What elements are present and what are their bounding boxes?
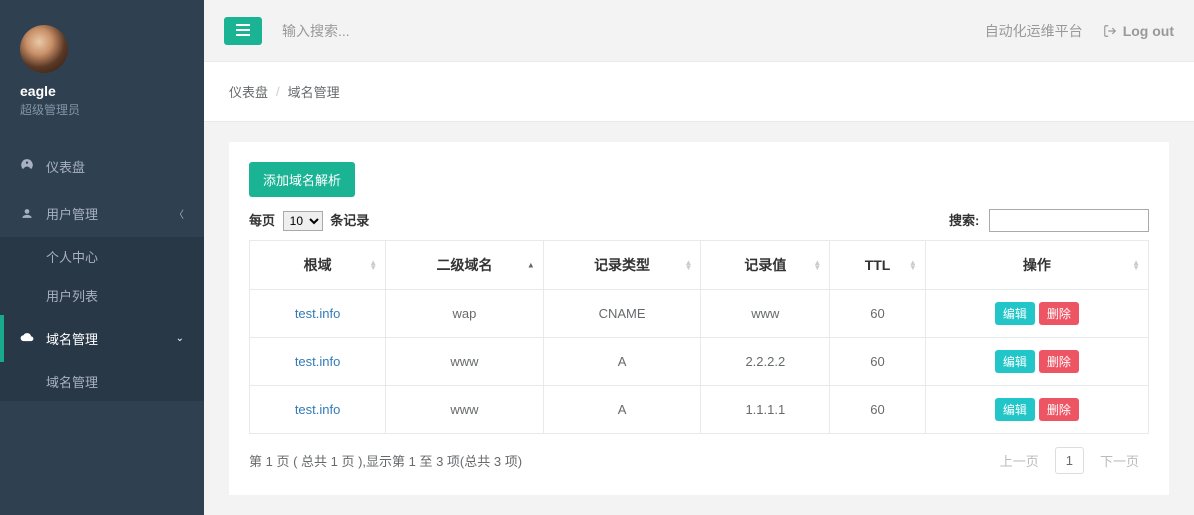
col-type[interactable]: 记录类型 [543,241,701,290]
dashboard-icon [20,158,36,175]
col-actions[interactable]: 操作 [925,241,1148,290]
avatar[interactable] [20,25,68,73]
delete-button[interactable]: 删除 [1039,302,1079,325]
panel: 添加域名解析 每页 10 条记录 搜索: 根域 [229,142,1169,495]
cell-type: CNAME [543,290,701,338]
username: eagle [20,83,184,99]
search-input[interactable] [282,23,482,39]
col-sub[interactable]: 二级域名 [386,241,544,290]
page-number[interactable]: 1 [1055,447,1084,474]
table-row: test.infowwwA2.2.2.260编辑删除 [250,338,1149,386]
main-area: 自动化运维平台 Log out 仪表盘 / 域名管理 添加域名解析 每页 10 … [204,0,1194,515]
cell-type: A [543,338,701,386]
cell-actions: 编辑删除 [925,338,1148,386]
logout-icon [1103,24,1117,38]
profile-block: eagle 超级管理员 [0,0,204,133]
platform-label: 自动化运维平台 [985,21,1083,41]
breadcrumb-root[interactable]: 仪表盘 [229,82,268,101]
chevron-down-icon: ⌄ [176,333,184,344]
table-row: test.infowwwA1.1.1.160编辑删除 [250,386,1149,434]
col-ttl[interactable]: TTL [830,241,925,290]
cell-type: A [543,386,701,434]
user-role: 超级管理员 [20,101,184,118]
sort-icon [813,260,821,270]
root-link[interactable]: test.info [295,354,341,369]
sort-icon [527,263,535,268]
sidebar-sub-domain: 域名管理 [0,362,204,401]
breadcrumb: 仪表盘 / 域名管理 [204,62,1194,122]
top-nav: 自动化运维平台 Log out [204,0,1194,62]
sidebar-sub-profile[interactable]: 个人中心 [0,237,204,276]
sidebar-item-label: 仪表盘 [46,157,85,176]
sidebar-sub-users: 个人中心 用户列表 [0,237,204,315]
sort-icon [909,260,917,270]
records-table: 根域 二级域名 记录类型 记录值 TTL 操作 test.info wapCNAM… [249,240,1149,434]
root-link[interactable]: test.info [295,402,341,417]
logout-link[interactable]: Log out [1103,23,1174,39]
table-footer: 第 1 页 ( 总共 1 页 ),显示第 1 至 3 项(总共 3 项) 上一页… [249,446,1149,475]
breadcrumb-current: 域名管理 [288,82,340,101]
table-row: test.infowapCNAMEwww60编辑删除 [250,290,1149,338]
bars-icon [236,24,250,36]
cell-actions: 编辑删除 [925,386,1148,434]
sort-icon [1132,260,1140,270]
sidebar-item-label: 域名管理 [46,329,98,348]
edit-button[interactable]: 编辑 [995,350,1035,373]
users-icon [20,205,36,222]
page-length-select[interactable]: 10 [283,211,323,231]
cell-sub: www [386,338,544,386]
sidebar-sub-domain-manage[interactable]: 域名管理 [0,362,204,401]
sort-icon [684,260,692,270]
sidebar: eagle 超级管理员 仪表盘 用户管理 〈 个人中心 用户列表 [0,0,204,515]
table-search-input[interactable] [989,209,1149,232]
breadcrumb-separator: / [276,84,280,99]
cell-sub: wap [386,290,544,338]
cell-value: www [701,290,830,338]
sort-icon [369,260,377,270]
sidebar-item-users[interactable]: 用户管理 〈 [0,190,204,237]
sidebar-toggle-button[interactable] [224,17,262,45]
sidebar-nav: 仪表盘 用户管理 〈 个人中心 用户列表 域名管理 ⌄ 域名 [0,143,204,401]
root-link[interactable]: test.info [295,306,341,321]
sidebar-item-dashboard[interactable]: 仪表盘 [0,143,204,190]
delete-button[interactable]: 删除 [1039,350,1079,373]
sidebar-item-label: 用户管理 [46,204,98,223]
sidebar-sub-userlist[interactable]: 用户列表 [0,276,204,315]
prev-page-button[interactable]: 上一页 [990,446,1049,475]
cell-ttl: 60 [830,290,925,338]
content: 添加域名解析 每页 10 条记录 搜索: 根域 [204,122,1194,515]
add-record-button[interactable]: 添加域名解析 [249,162,355,197]
col-value[interactable]: 记录值 [701,241,830,290]
col-root[interactable]: 根域 [250,241,386,290]
cell-value: 1.1.1.1 [701,386,830,434]
delete-button[interactable]: 删除 [1039,398,1079,421]
sidebar-item-domain[interactable]: 域名管理 ⌄ [0,315,204,362]
edit-button[interactable]: 编辑 [995,398,1035,421]
cell-actions: 编辑删除 [925,290,1148,338]
cloud-icon [20,330,36,347]
cell-sub: www [386,386,544,434]
pager: 上一页 1 下一页 [990,446,1149,475]
cell-root: test.info [250,386,386,434]
cell-root: test.info [250,338,386,386]
page-length-control: 每页 10 条记录 [249,210,369,231]
cell-ttl: 60 [830,386,925,434]
chevron-left-icon: 〈 [174,206,184,221]
edit-button[interactable]: 编辑 [995,302,1035,325]
cell-root: test.info [250,290,386,338]
cell-ttl: 60 [830,338,925,386]
next-page-button[interactable]: 下一页 [1090,446,1149,475]
cell-value: 2.2.2.2 [701,338,830,386]
table-controls: 每页 10 条记录 搜索: [249,209,1149,232]
table-search-control: 搜索: [949,209,1149,232]
table-info: 第 1 页 ( 总共 1 页 ),显示第 1 至 3 项(总共 3 项) [249,451,522,470]
